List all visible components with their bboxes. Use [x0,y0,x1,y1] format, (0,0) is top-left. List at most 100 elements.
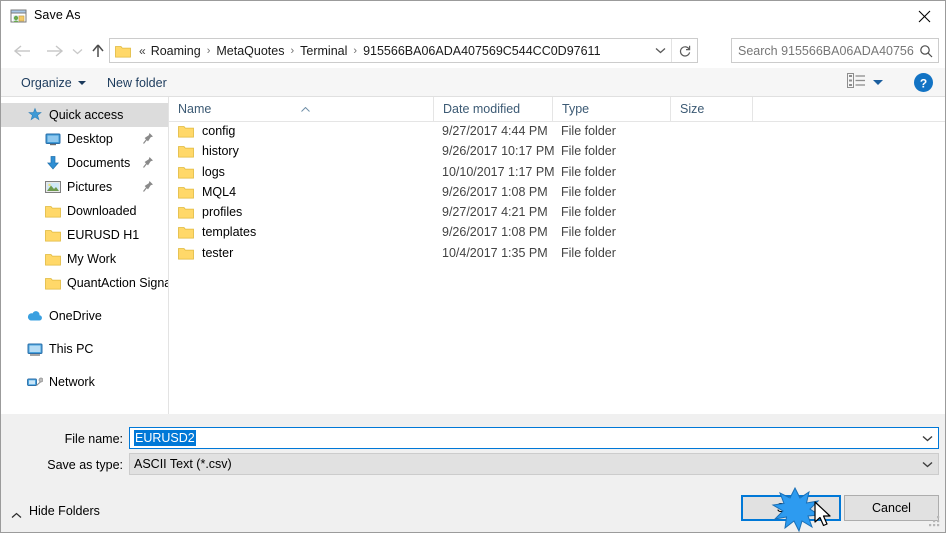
onedrive-icon [26,308,43,325]
file-type: File folder [561,245,616,260]
sidebar-item-documents[interactable]: Documents [1,151,168,175]
search-placeholder: Search 915566BA06ADA40756... [738,43,914,58]
organize-button[interactable]: Organize [15,72,92,93]
column-headers: Name Date modified Type Size [169,97,945,122]
sidebar-item-label: EURUSD H1 [67,228,140,242]
file-type: File folder [561,124,616,138]
chevron-down-icon [77,80,86,85]
breadcrumb-item-0[interactable]: Roaming [148,42,204,60]
pin-icon[interactable] [142,156,154,169]
sidebar-item-my-work[interactable]: My Work [1,247,168,271]
breadcrumb-overflow[interactable]: « [135,44,148,58]
folder-icon [178,144,194,158]
search-icon[interactable] [914,39,938,62]
table-row[interactable]: MQL4 9/26/2017 1:08 PM File folder [169,183,945,203]
new-folder-label: New folder [107,75,167,90]
table-row[interactable]: config 9/27/2017 4:44 PM File folder [169,122,945,142]
file-name: tester [202,245,234,260]
cancel-button[interactable]: Cancel [844,495,939,521]
column-header-name[interactable]: Name [169,97,434,121]
sidebar-item-label: Pictures [67,180,113,194]
breadcrumb-item-3[interactable]: 915566BA06ADA407569C544CC0D97611 [360,42,603,60]
file-date: 9/27/2017 4:21 PM [442,205,548,220]
chevron-down-icon[interactable] [649,39,671,62]
file-name: MQL4 [202,184,237,199]
file-name-cell: profiles [178,205,242,219]
sidebar-item-pictures[interactable]: Pictures [1,175,168,199]
breadcrumb-separator[interactable]: › [350,45,360,57]
breadcrumb-item-2[interactable]: Terminal [297,42,350,60]
chevron-down-icon[interactable] [916,428,938,448]
sidebar-item-onedrive[interactable]: OneDrive [1,304,168,328]
save-button[interactable]: Save [741,495,841,521]
folder-icon [178,124,194,138]
table-row[interactable]: history 9/26/2017 10:17 PM File folder [169,142,945,162]
table-row[interactable]: templates 9/26/2017 1:08 PM File folder [169,223,945,243]
breadcrumb-item-1[interactable]: MetaQuotes [213,42,287,60]
sidebar-item-label: Downloaded [67,204,137,218]
forward-arrow-icon[interactable] [41,39,67,63]
file-date: 9/26/2017 10:17 PM [442,144,555,159]
table-row[interactable]: profiles 9/27/2017 4:21 PM File folder [169,203,945,223]
sidebar-item-label: This PC [49,342,94,356]
new-folder-button[interactable]: New folder [101,72,173,93]
chevron-down-icon[interactable] [916,454,938,474]
documents-icon [44,155,61,172]
column-header-size[interactable]: Size [671,97,753,121]
thispc-icon [26,341,43,358]
chevron-down-icon [873,79,883,85]
sidebar-item-desktop[interactable]: Desktop [1,127,168,151]
star-icon [26,107,43,124]
sidebar-item-eurusd-h1[interactable]: EURUSD H1 [1,223,168,247]
file-date: 10/10/2017 1:17 PM [442,164,555,179]
column-header-type[interactable]: Type [553,97,671,121]
file-type: File folder [561,225,616,240]
breadcrumb-separator[interactable]: › [204,45,214,57]
breadcrumb-separator[interactable]: › [287,45,297,57]
column-header-date-modified[interactable]: Date modified [434,97,553,121]
file-rows: config 9/27/2017 4:44 PM File folder his… [169,122,945,264]
folder-icon [44,251,61,268]
refresh-icon[interactable] [671,39,697,62]
close-icon[interactable] [901,1,945,31]
sidebar-item-quantaction-signal[interactable]: QuantAction Signal [1,271,168,295]
table-row[interactable]: tester 10/4/2017 1:35 PM File folder [169,244,945,264]
table-row[interactable]: logs 10/10/2017 1:17 PM File folder [169,163,945,183]
file-name-cell: logs [178,165,225,179]
file-name: logs [202,164,225,179]
sidebar-item-label: Desktop [67,132,113,146]
file-type: File folder [561,144,616,159]
save-button-label: Save [776,501,806,515]
sidebar-item-label: Documents [67,156,131,170]
sidebar-item-this-pc[interactable]: This PC [1,337,168,361]
back-arrow-icon[interactable] [9,39,35,63]
address-bar[interactable]: « Roaming › MetaQuotes › Terminal › 9155… [109,38,698,63]
file-name-cell: history [178,144,239,158]
recent-locations-chevron-icon[interactable] [67,39,87,63]
help-icon[interactable]: ? [913,72,934,93]
search-input[interactable]: Search 915566BA06ADA40756... [731,38,939,63]
file-date: 10/4/2017 1:35 PM [442,245,548,260]
folder-icon [178,225,194,239]
content-area: Quick access Desktop Documents Pictures … [1,97,945,414]
sidebar-item-network[interactable]: Network [1,370,168,394]
save-as-type-select[interactable]: ASCII Text (*.csv) [129,453,939,475]
folder-icon [44,227,61,244]
pictures-icon [44,179,61,196]
sidebar-item-quick-access[interactable]: Quick access [1,103,168,127]
view-options-button[interactable] [847,73,883,91]
folder-icon [115,44,131,58]
file-name: templates [202,225,257,240]
file-type: File folder [561,184,616,199]
folder-icon [44,275,61,292]
pin-icon[interactable] [142,132,154,145]
hide-folders-button[interactable]: Hide Folders [11,501,100,521]
file-name-input[interactable]: EURUSD2 [129,427,939,449]
up-arrow-icon[interactable] [85,39,111,63]
pin-icon[interactable] [142,180,154,193]
resize-grip[interactable] [928,515,942,529]
chevron-up-icon [11,508,22,518]
sidebar-item-downloaded[interactable]: Downloaded [1,199,168,223]
hide-folders-label: Hide Folders [29,504,100,518]
file-name-cell: MQL4 [178,185,236,199]
